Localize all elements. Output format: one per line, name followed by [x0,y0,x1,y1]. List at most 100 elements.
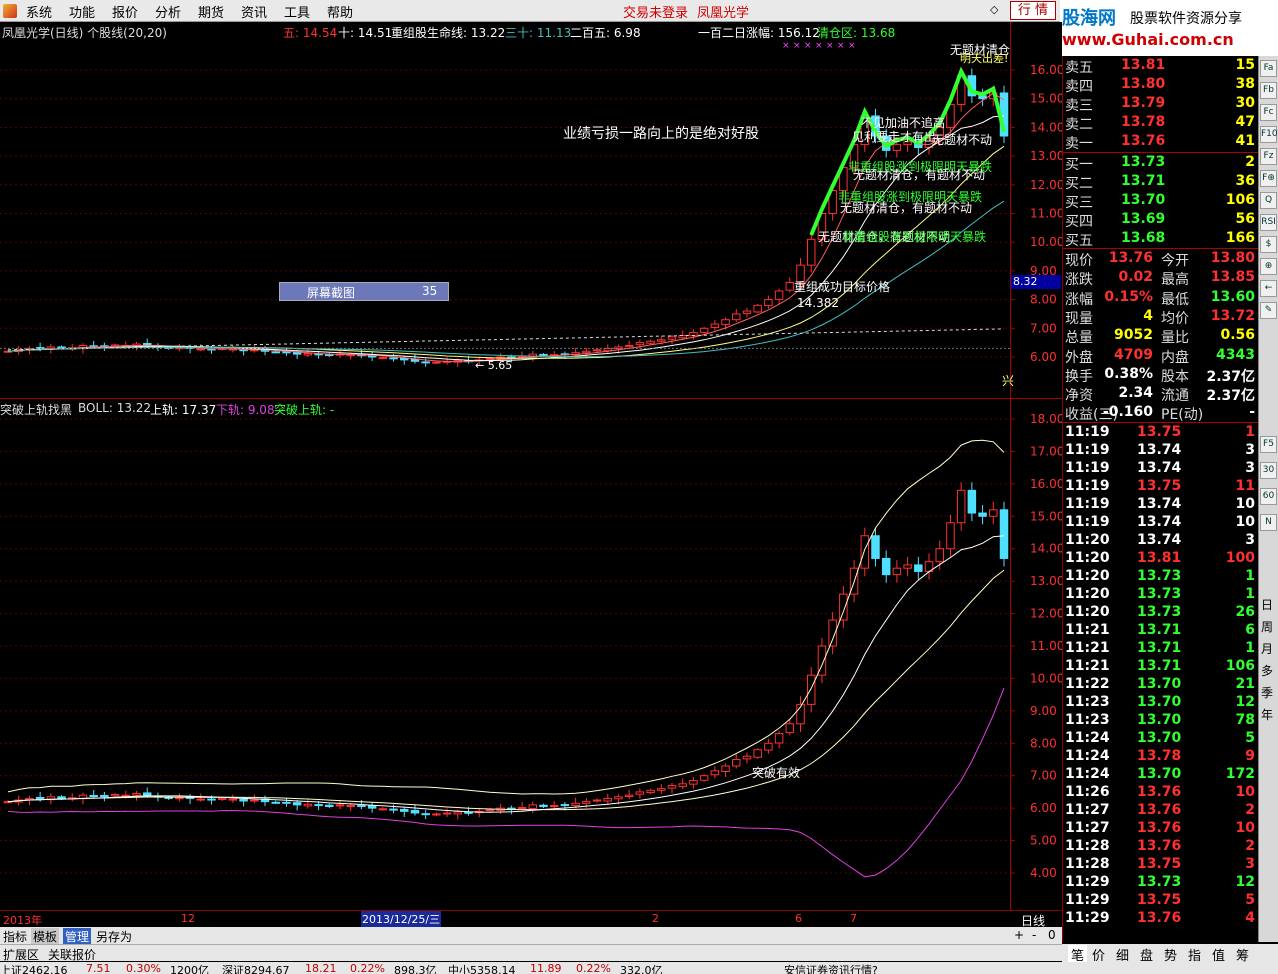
tick-row[interactable]: 11:29 13.73 12 [1063,873,1259,892]
menu-info[interactable]: 资讯 [241,2,267,21]
tick-row[interactable]: 11:24 13.70 172 [1063,765,1259,784]
menu-tools[interactable]: 工具 [284,2,310,21]
quote-button[interactable]: 行 情 [1010,1,1056,20]
tick-row[interactable]: 11:26 13.76 10 [1063,783,1259,802]
stat-row[interactable]: 现量 4 均价 13.72 [1063,307,1259,327]
tool-button-11[interactable]: ✎ [1260,302,1277,319]
period-button-1[interactable]: 周 [1261,618,1273,635]
menu-futures[interactable]: 期货 [198,2,224,21]
stat-row[interactable]: 涨幅 0.15% 最低 13.60 [1063,288,1259,308]
bid-row-5[interactable]: 买五 13.68 166 [1063,229,1259,249]
tool-button-12[interactable]: F5 [1260,436,1277,453]
bid-row-3[interactable]: 买三 13.70 106 [1063,191,1259,211]
bid-row-2[interactable]: 买二 13.71 36 [1063,172,1259,192]
tick-row[interactable]: 11:20 13.74 3 [1063,531,1259,550]
tick-row[interactable]: 11:24 13.78 9 [1063,747,1259,766]
login-status[interactable]: 交易未登录 [623,2,688,21]
zoom-in-button[interactable]: + [1014,928,1024,942]
menu-quote[interactable]: 报价 [112,2,138,21]
tab-related-quote[interactable]: 关联报价 [48,946,96,963]
tick-row[interactable]: 11:23 13.70 78 [1063,711,1259,730]
tool-button-6[interactable]: Q [1260,192,1277,209]
tool-button-5[interactable]: F⊕ [1260,170,1277,187]
tick-row[interactable]: 11:20 13.73 1 [1063,567,1259,586]
tick-row[interactable]: 11:19 13.74 10 [1063,513,1259,532]
tick-row[interactable]: 11:22 13.70 21 [1063,675,1259,694]
stat-row[interactable]: 外盘 4709 内盘 4343 [1063,346,1259,366]
ticker-sme-index[interactable]: 中小5358.14 [448,962,516,974]
stat-row[interactable]: 涨跌 0.02 最高 13.85 [1063,268,1259,288]
tick-row[interactable]: 11:20 13.81 100 [1063,549,1259,568]
menu-system[interactable]: 系统 [26,2,52,21]
menu-analysis[interactable]: 分析 [155,2,181,21]
tool-button-8[interactable]: $ [1260,236,1277,253]
tick-row[interactable]: 11:19 13.75 11 [1063,477,1259,496]
tool-button-13[interactable]: 30 [1260,462,1277,479]
tool-button-4[interactable]: Fz [1260,148,1277,165]
stat-row[interactable]: 现价 13.76 今开 13.80 [1063,249,1259,269]
ask-row-2[interactable]: 卖二 13.78 47 [1063,113,1259,133]
tool-button-2[interactable]: Fc [1260,104,1277,121]
ask-row-5[interactable]: 卖五 13.81 15 [1063,56,1259,76]
tick-row[interactable]: 11:19 13.74 3 [1063,459,1259,478]
tick-row[interactable]: 11:28 13.75 3 [1063,855,1259,874]
tick-price: 13.76 [1137,838,1182,854]
tick-row[interactable]: 11:27 13.76 10 [1063,819,1259,838]
tick-row[interactable]: 11:21 13.71 106 [1063,657,1259,676]
tick-row[interactable]: 11:24 13.70 5 [1063,729,1259,748]
period-button-2[interactable]: 月 [1261,640,1273,657]
period-button-3[interactable]: 多 [1261,662,1273,679]
ask-row-3[interactable]: 卖三 13.79 30 [1063,94,1259,114]
tick-row[interactable]: 11:29 13.75 5 [1063,891,1259,910]
tick-row[interactable]: 11:23 13.70 12 [1063,693,1259,712]
tick-row[interactable]: 11:20 13.73 1 [1063,585,1259,604]
tick-row[interactable]: 11:20 13.73 26 [1063,603,1259,622]
sub-axis-label: 16.00 [1030,477,1062,491]
ticker-broker-news[interactable]: 安信证券资讯行情? [784,962,878,974]
bid-volume: 56 [1235,211,1255,227]
tool-button-10[interactable]: ← [1260,280,1277,297]
tool-button-3[interactable]: F10 [1260,126,1278,143]
menu-help[interactable]: 帮助 [327,2,353,21]
zoom-out-button[interactable]: - [1032,928,1036,942]
tool-button-7[interactable]: RSI [1260,214,1277,231]
stat-row[interactable]: 净资 2.34 流通 2.37亿 [1063,384,1259,404]
tab-indicator[interactable]: 指标 [3,928,27,945]
tool-button-0[interactable]: Fa [1260,60,1277,77]
menu-function[interactable]: 功能 [69,2,95,21]
ticker-sh-index[interactable]: 上证2462.16 [0,962,68,974]
tab-save-as[interactable]: 另存为 [96,928,132,945]
bid-row-1[interactable]: 买一 13.73 2 [1063,153,1259,173]
tick-row[interactable]: 11:19 13.74 10 [1063,495,1259,514]
stat-row[interactable]: 收益(三) -0.160 PE(动) - [1063,403,1259,423]
main-axis-label: 15.00 [1030,92,1062,106]
chart-canvas[interactable]: 16.00 15.00 14.00 13.00 12.00 11.00 10.00 9.00 8… [0,22,1062,910]
tab-template[interactable]: 模板 [31,928,60,945]
tick-row[interactable]: 11:29 13.76 4 [1063,909,1259,928]
period-button-0[interactable]: 日 [1261,596,1273,613]
tab-extension[interactable]: 扩展区 [3,946,39,963]
period-button-4[interactable]: 季 [1261,684,1273,701]
tool-button-9[interactable]: ⊕ [1260,258,1277,275]
tick-row[interactable]: 11:19 13.74 3 [1063,441,1259,460]
tick-row[interactable]: 11:19 13.75 1 [1063,423,1259,442]
candle-body [657,339,666,342]
tick-row[interactable]: 11:27 13.76 2 [1063,801,1259,820]
tool-button-14[interactable]: 60 [1260,488,1277,505]
tab-manage[interactable]: 管理 [63,928,92,945]
tick-row[interactable]: 11:21 13.71 6 [1063,621,1259,640]
tool-button-1[interactable]: Fb [1260,82,1277,99]
stat-row[interactable]: 换手 0.38% 股本 2.37亿 [1063,365,1259,385]
bid-row-4[interactable]: 买四 13.69 56 [1063,210,1259,230]
tool-button-15[interactable]: N [1260,514,1277,531]
stat-row[interactable]: 总量 9052 量比 0.56 [1063,326,1259,346]
tick-row[interactable]: 11:28 13.76 2 [1063,837,1259,856]
ticker-sz-index[interactable]: 深证8294.67 [222,962,290,974]
stat-value: 13.72 [1210,307,1255,324]
period-button-5[interactable]: 年 [1261,706,1273,723]
ask-row-4[interactable]: 卖四 13.80 38 [1063,75,1259,95]
tick-row[interactable]: 11:21 13.71 1 [1063,639,1259,658]
zoom-reset-button[interactable]: 0 [1048,928,1056,942]
screenshot-widget[interactable]: 屏幕截图 35 [279,282,449,301]
ask-row-1[interactable]: 卖一 13.76 41 [1063,132,1259,152]
